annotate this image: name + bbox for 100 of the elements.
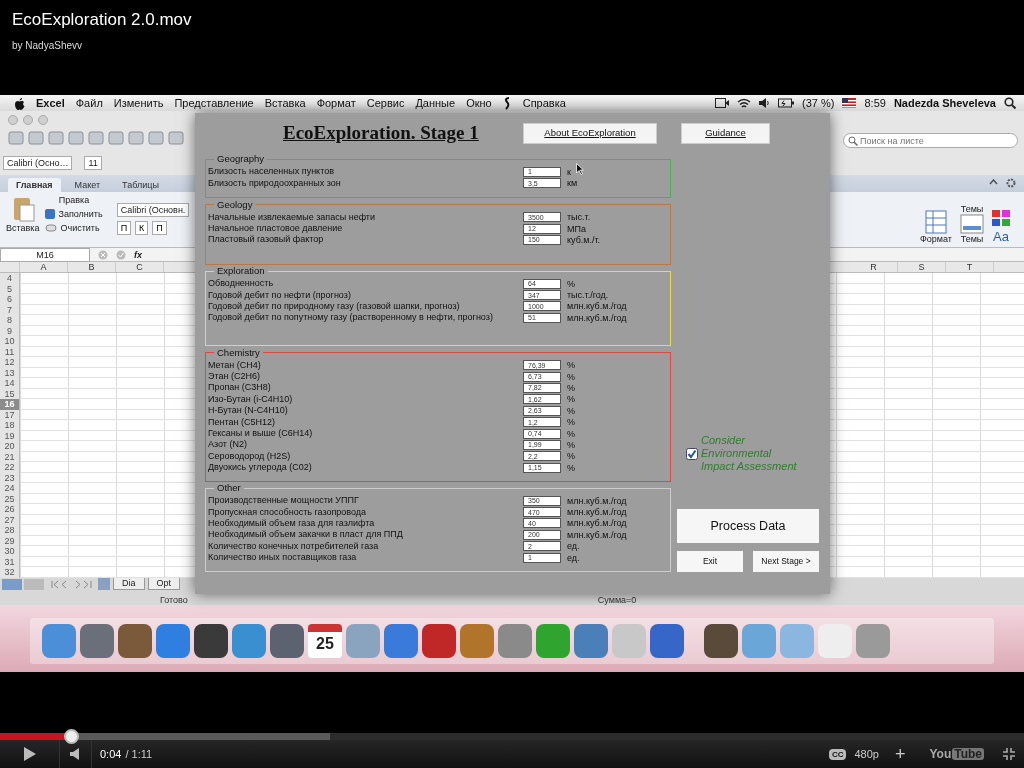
checkbox[interactable] (686, 447, 698, 460)
unit-label: ед. (567, 552, 580, 563)
menu-item[interactable]: Файл (75, 97, 103, 109)
window-control-dot[interactable] (23, 115, 33, 125)
user-name[interactable]: Nadezda Sheveleva (893, 97, 996, 109)
menu-app-name[interactable]: Excel (36, 97, 65, 109)
collapse-icon[interactable] (989, 178, 998, 185)
quality-button[interactable]: 480p (854, 748, 879, 760)
section-title: Chemistry (216, 347, 261, 358)
unit-label: % (567, 371, 575, 382)
column-header[interactable]: C (116, 262, 164, 272)
cancel-icon[interactable] (98, 249, 108, 260)
speaker-icon[interactable] (759, 98, 771, 108)
unit-label: млн.куб.м./год (567, 518, 627, 529)
section-title: Other (216, 483, 242, 493)
confirm-icon[interactable] (116, 249, 126, 260)
toolbar-icon[interactable] (108, 131, 124, 145)
font-size-field[interactable]: 11 (84, 155, 102, 170)
style-button[interactable]: К (135, 221, 149, 235)
window-control-dot[interactable] (38, 115, 48, 125)
captions-button[interactable]: CC (828, 748, 847, 760)
ribbon-tab[interactable]: Макет (66, 178, 109, 192)
ribbon-tab[interactable]: Таблицы (114, 178, 167, 192)
fonts-button[interactable]: Aa (993, 230, 1009, 244)
script-icon[interactable] (502, 96, 512, 110)
gear-icon[interactable] (1006, 178, 1016, 188)
menu-item[interactable]: Представление (174, 97, 254, 109)
app-icon[interactable] (194, 624, 228, 658)
window-control-dot[interactable] (8, 115, 18, 125)
mouse-cursor-icon (576, 163, 584, 175)
menu-item[interactable]: Вставка (264, 97, 306, 109)
menu-item[interactable]: Данные (415, 97, 456, 109)
apple-icon[interactable] (14, 96, 25, 110)
flag-icon[interactable] (842, 98, 857, 108)
process-data-button[interactable]: Process Data (677, 509, 819, 543)
column-header[interactable]: T (946, 262, 994, 272)
toolbar-icon[interactable] (148, 131, 164, 145)
clear-button[interactable]: Очистить (45, 223, 103, 233)
app-icon[interactable] (270, 624, 304, 658)
toolbar-icon[interactable] (68, 131, 84, 145)
paste-label: Вставка (6, 223, 40, 233)
section-title: Geology (216, 199, 254, 210)
view-buttons-icon[interactable] (0, 577, 46, 591)
exit-button[interactable]: Exit (677, 551, 743, 572)
next-stage-button[interactable]: Next Stage > (753, 551, 819, 572)
sheet-tab[interactable]: Opt (147, 578, 181, 590)
menu-item[interactable]: Сервис (366, 97, 405, 109)
menu-item[interactable]: Окно (466, 97, 492, 109)
screen-icon[interactable] (715, 98, 730, 108)
menu-item[interactable]: Формат (316, 97, 356, 109)
column-header[interactable]: B (68, 262, 116, 272)
sheet-tab-marker[interactable] (98, 578, 110, 590)
group-label: Правка (57, 195, 91, 205)
column-header[interactable]: S (898, 262, 946, 272)
app-icon[interactable] (118, 624, 152, 658)
sheet-navigation-icon[interactable] (49, 579, 95, 589)
column-header[interactable]: A (20, 262, 68, 272)
calendar-icon[interactable]: 25 (308, 624, 342, 658)
sheet-tab[interactable]: Dia (113, 578, 145, 590)
field-label: Метан (CH4) (208, 359, 262, 371)
formula-label[interactable]: fx (134, 249, 142, 260)
toolbar-icon[interactable] (168, 131, 184, 145)
app-icon[interactable] (80, 624, 114, 658)
column-header[interactable]: R (850, 262, 898, 272)
ribbon-tab[interactable]: Главная (8, 178, 61, 192)
sum-indicator[interactable]: Сумма=0 (597, 595, 637, 605)
app-icon[interactable] (704, 624, 738, 658)
field-label: Начальное пластовое давление (208, 223, 344, 235)
ribbon-font-field[interactable]: Calibri (Основн. (116, 203, 190, 217)
font-name-field[interactable]: Calibri (Осно… (3, 155, 73, 170)
toolbar-icon[interactable] (128, 131, 144, 145)
toolbar-icon[interactable] (48, 131, 64, 145)
guidance-button[interactable]: Guidance (681, 122, 770, 144)
fill-button[interactable]: Заполнить (45, 209, 103, 219)
format-icon[interactable] (925, 210, 947, 234)
battery-icon[interactable] (778, 98, 795, 108)
field-label: Производственные мощности УППГ (208, 495, 360, 507)
toolbar-icon[interactable] (28, 131, 44, 145)
color-grid-icon[interactable] (992, 210, 1010, 226)
app-icon[interactable] (650, 624, 684, 658)
themes-icon[interactable] (960, 214, 984, 234)
toolbar-icon[interactable] (8, 131, 24, 145)
unit-label: тыс.т./год. (567, 290, 609, 301)
search-field[interactable]: Поиск на листе (843, 133, 1018, 148)
menu-item[interactable]: Справка (522, 97, 566, 109)
menu-item[interactable]: Изменить (113, 97, 164, 109)
exit-fullscreen-icon[interactable] (1002, 747, 1016, 761)
toolbar-icon[interactable] (88, 131, 104, 145)
about-button[interactable]: About EcoExploration (523, 122, 657, 144)
play-icon (22, 746, 37, 762)
search-icon[interactable] (1004, 97, 1016, 109)
style-button[interactable]: П (152, 221, 167, 235)
field-label: Пропан (C3H8) (208, 382, 272, 394)
wifi-icon[interactable] (737, 97, 752, 109)
add-button[interactable]: + (894, 748, 906, 760)
duration: / 1:11 (125, 748, 153, 760)
style-button[interactable]: П (116, 221, 132, 235)
menu-clock[interactable]: 8:59 (864, 97, 886, 109)
format-label: Формат (920, 234, 952, 244)
app-icon[interactable] (422, 624, 456, 658)
